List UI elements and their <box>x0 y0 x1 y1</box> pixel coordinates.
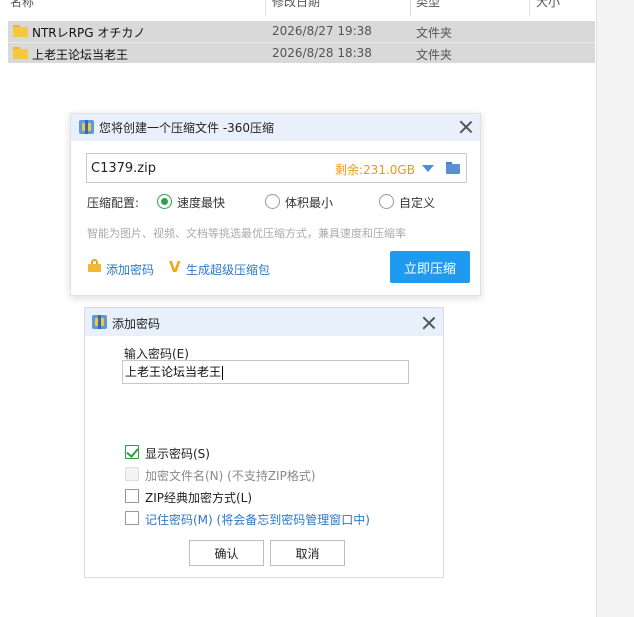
file-type: 文件夹 <box>416 48 453 62</box>
show-password-checkbox[interactable] <box>125 445 139 459</box>
file-type: 文件夹 <box>416 26 453 40</box>
app-icon <box>79 120 94 134</box>
app-icon <box>92 315 107 329</box>
column-header-name[interactable]: 名称 <box>10 0 34 13</box>
compress-dialog-titlebar[interactable]: 您将创建一个压缩文件 -360压缩 <box>71 114 480 141</box>
archive-filename-input[interactable]: C1379.zip 剩余:231.0GB <box>86 153 467 183</box>
password-dialog: 添加密码 输入密码(E) 上老王论坛当老王 显示密码(S) 加密文件名(N) (… <box>84 307 444 578</box>
password-input[interactable]: 上老王论坛当老王 <box>122 360 409 384</box>
file-date: 2026/8/27 19:38 <box>272 24 372 38</box>
compress-dialog: 您将创建一个压缩文件 -360压缩 C1379.zip 剩余:231.0GB 压… <box>70 113 481 296</box>
archive-filename[interactable]: C1379.zip <box>91 161 156 176</box>
show-password-label[interactable]: 显示密码(S) <box>145 445 210 462</box>
lock-icon[interactable] <box>88 259 101 272</box>
dropdown-arrow-icon[interactable] <box>422 165 434 172</box>
column-header-date[interactable]: 修改日期 <box>272 0 320 13</box>
column-separator[interactable] <box>265 0 266 16</box>
encrypt-filename-label: 加密文件名(N) (不支持ZIP格式) <box>145 469 316 483</box>
text-caret <box>222 365 224 380</box>
close-icon[interactable] <box>422 316 436 330</box>
radio-fastest[interactable] <box>157 194 172 209</box>
file-name: 上老王论坛当老王 <box>32 48 129 62</box>
compress-now-button[interactable]: 立即压缩 <box>390 251 470 283</box>
file-date: 2026/8/28 18:38 <box>272 46 372 60</box>
browse-folder-icon[interactable] <box>446 162 460 174</box>
remember-password-label[interactable]: 记住密码(M) (将会备忘到密码管理窗口中) <box>145 511 370 528</box>
zip-classic-encryption-label[interactable]: ZIP经典加密方式(L) <box>145 489 252 506</box>
close-icon[interactable] <box>459 120 473 134</box>
folder-icon <box>13 47 28 59</box>
radio-custom-label[interactable]: 自定义 <box>399 194 435 211</box>
compress-config-label: 压缩配置: <box>87 196 140 210</box>
column-header-type[interactable]: 类型 <box>416 0 440 13</box>
file-name: NTRレRPG オチカノ <box>32 26 146 40</box>
password-value: 上老王论坛当老王 <box>125 365 222 379</box>
compress-hint: 智能为图片、视频、文档等挑选最优压缩方式，兼具速度和压缩率 <box>87 227 406 240</box>
password-dialog-titlebar[interactable]: 添加密码 <box>85 308 443 336</box>
radio-smallest-label[interactable]: 体积最小 <box>285 194 333 211</box>
super-compress-link[interactable]: 生成超级压缩包 <box>186 261 270 278</box>
radio-custom[interactable] <box>379 194 394 209</box>
file-row[interactable]: NTRレRPG オチカノ 2026/8/27 19:38 文件夹 <box>8 21 595 42</box>
v-icon[interactable]: V <box>169 258 181 276</box>
cancel-button[interactable]: 取消 <box>270 540 345 566</box>
confirm-button[interactable]: 确认 <box>189 540 264 566</box>
free-space-label: 剩余:231.0GB <box>335 163 415 177</box>
add-password-link[interactable]: 添加密码 <box>106 261 154 278</box>
column-separator[interactable] <box>529 0 530 16</box>
column-separator[interactable] <box>410 0 411 16</box>
compress-dialog-title: 您将创建一个压缩文件 -360压缩 <box>99 121 275 135</box>
radio-smallest[interactable] <box>265 194 280 209</box>
radio-fastest-label[interactable]: 速度最快 <box>177 194 225 211</box>
folder-icon <box>13 25 28 37</box>
password-dialog-title: 添加密码 <box>112 317 161 331</box>
encrypt-filename-checkbox <box>125 467 139 481</box>
remember-password-checkbox[interactable] <box>125 511 139 525</box>
file-row[interactable]: 上老王论坛当老王 2026/8/28 18:38 文件夹 <box>8 42 595 63</box>
scrollbar-track[interactable] <box>596 0 634 617</box>
column-header-size[interactable]: 大小 <box>536 0 560 13</box>
zip-classic-encryption-checkbox[interactable] <box>125 489 139 503</box>
